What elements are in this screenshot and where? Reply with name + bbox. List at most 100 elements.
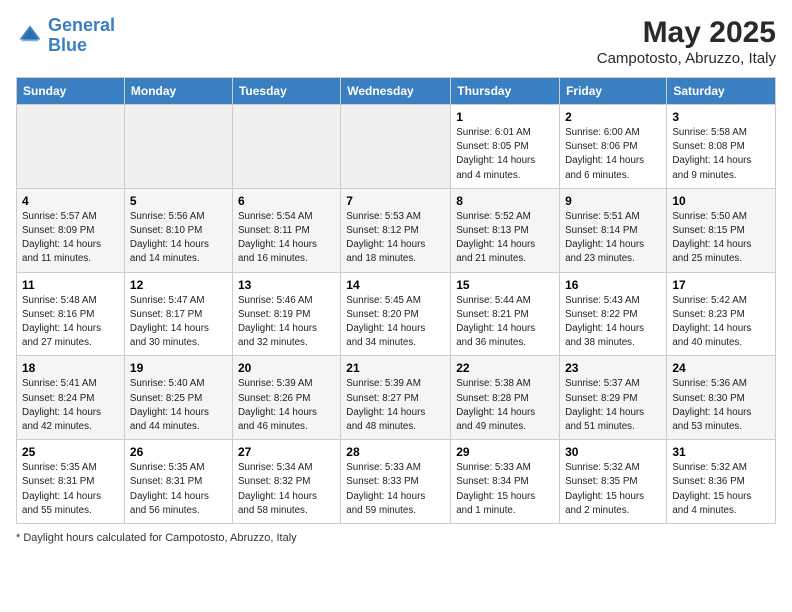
logo-text: General Blue (48, 16, 115, 56)
day-number: 28 (346, 445, 445, 459)
day-number: 26 (130, 445, 227, 459)
day-info: Sunrise: 5:32 AM Sunset: 8:36 PM Dayligh… (672, 461, 770, 518)
day-info: Sunrise: 5:48 AM Sunset: 8:16 PM Dayligh… (22, 294, 119, 351)
title-area: May 2025 Campotosto, Abruzzo, Italy (597, 16, 776, 67)
day-number: 9 (565, 194, 661, 208)
calendar-cell: 21 Sunrise: 5:39 AM Sunset: 8:27 PM Dayli… (341, 356, 451, 440)
calendar-cell: 7Sunrise: 5:53 AM Sunset: 8:12 PM Daylig… (341, 188, 451, 272)
day-info: Sunrise: 5:39 AM Sunset: 8:27 PM Dayligh… (346, 377, 445, 434)
calendar-cell: 17Sunrise: 5:42 AM Sunset: 8:23 PM Dayli… (667, 272, 776, 356)
day-info: Sunrise: 5:42 AM Sunset: 8:23 PM Dayligh… (672, 294, 770, 351)
day-number: 27 (238, 445, 335, 459)
calendar-cell: 26 Sunrise: 5:35 AM Sunset: 8:31 PM Dayli… (124, 440, 232, 524)
day-number: 24 (672, 361, 770, 375)
day-info: Sunrise: 5:35 AM Sunset: 8:31 PM Dayligh… (22, 461, 119, 518)
calendar-cell (17, 105, 125, 189)
calendar-cell: 28Sunrise: 5:33 AM Sunset: 8:33 PM Dayli… (341, 440, 451, 524)
weekday-header: Monday (124, 78, 232, 105)
calendar-cell: 29Sunrise: 5:33 AM Sunset: 8:34 PM Dayli… (451, 440, 560, 524)
calendar-cell: 16Sunrise: 5:43 AM Sunset: 8:22 PM Dayli… (560, 272, 667, 356)
calendar-cell (124, 105, 232, 189)
weekday-header: Thursday (451, 78, 560, 105)
day-number: 25 (22, 445, 119, 459)
calendar-cell: 10Sunrise: 5:50 AM Sunset: 8:15 PM Dayli… (667, 188, 776, 272)
day-info: Sunrise: 5:38 AM Sunset: 8:28 PM Dayligh… (456, 377, 554, 434)
day-info: Sunrise: 5:54 AM Sunset: 8:11 PM Dayligh… (238, 210, 335, 267)
day-number: 10 (672, 194, 770, 208)
day-number: 30 (565, 445, 661, 459)
weekday-header: Wednesday (341, 78, 451, 105)
day-number: 19 (130, 361, 227, 375)
day-number: 3 (672, 110, 770, 124)
day-number: 14 (346, 278, 445, 292)
day-info: Sunrise: 5:47 AM Sunset: 8:17 PM Dayligh… (130, 294, 227, 351)
calendar-week-row: 25 Sunrise: 5:35 AM Sunset: 8:31 PM Dayli… (17, 440, 776, 524)
weekday-header: Sunday (17, 78, 125, 105)
calendar-cell: 12 Sunrise: 5:47 AM Sunset: 8:17 PM Dayli… (124, 272, 232, 356)
weekday-header: Tuesday (232, 78, 340, 105)
day-info: Sunrise: 5:56 AM Sunset: 8:10 PM Dayligh… (130, 210, 227, 267)
calendar-cell (341, 105, 451, 189)
calendar-cell: 20Sunrise: 5:39 AM Sunset: 8:26 PM Dayli… (232, 356, 340, 440)
weekday-header: Friday (560, 78, 667, 105)
day-number: 1 (456, 110, 554, 124)
calendar-cell: 3 Sunrise: 5:58 AM Sunset: 8:08 PM Daylig… (667, 105, 776, 189)
day-number: 2 (565, 110, 661, 124)
day-info: Sunrise: 5:52 AM Sunset: 8:13 PM Dayligh… (456, 210, 554, 267)
day-number: 15 (456, 278, 554, 292)
calendar-cell: 30 Sunrise: 5:32 AM Sunset: 8:35 PM Dayli… (560, 440, 667, 524)
location-title: Campotosto, Abruzzo, Italy (597, 50, 776, 67)
calendar-cell: 18Sunrise: 5:41 AM Sunset: 8:24 PM Dayli… (17, 356, 125, 440)
calendar-cell: 15Sunrise: 5:44 AM Sunset: 8:21 PM Dayli… (451, 272, 560, 356)
weekday-header-row: SundayMondayTuesdayWednesdayThursdayFrid… (17, 78, 776, 105)
footer-note: * Daylight hours calculated for Campotos… (16, 532, 776, 544)
day-info: Sunrise: 5:58 AM Sunset: 8:08 PM Dayligh… (672, 126, 770, 183)
calendar-cell: 31 Sunrise: 5:32 AM Sunset: 8:36 PM Dayli… (667, 440, 776, 524)
calendar-cell: 27 Sunrise: 5:34 AM Sunset: 8:32 PM Dayli… (232, 440, 340, 524)
day-info: Sunrise: 5:39 AM Sunset: 8:26 PM Dayligh… (238, 377, 335, 434)
calendar-cell: 22Sunrise: 5:38 AM Sunset: 8:28 PM Dayli… (451, 356, 560, 440)
calendar-week-row: 4Sunrise: 5:57 AM Sunset: 8:09 PM Daylig… (17, 188, 776, 272)
day-info: Sunrise: 5:45 AM Sunset: 8:20 PM Dayligh… (346, 294, 445, 351)
calendar-cell: 13 Sunrise: 5:46 AM Sunset: 8:19 PM Dayli… (232, 272, 340, 356)
calendar-cell: 24 Sunrise: 5:36 AM Sunset: 8:30 PM Dayli… (667, 356, 776, 440)
calendar-cell: 4Sunrise: 5:57 AM Sunset: 8:09 PM Daylig… (17, 188, 125, 272)
logo: General Blue (16, 16, 115, 56)
calendar-cell: 8 Sunrise: 5:52 AM Sunset: 8:13 PM Daylig… (451, 188, 560, 272)
day-number: 5 (130, 194, 227, 208)
calendar-table: SundayMondayTuesdayWednesdayThursdayFrid… (16, 77, 776, 524)
calendar-week-row: 1 Sunrise: 6:01 AM Sunset: 8:05 PM Daylig… (17, 105, 776, 189)
logo-icon (16, 22, 44, 50)
calendar-cell: 14 Sunrise: 5:45 AM Sunset: 8:20 PM Dayli… (341, 272, 451, 356)
day-number: 12 (130, 278, 227, 292)
header: General Blue May 2025 Campotosto, Abruzz… (16, 16, 776, 67)
calendar-cell: 11 Sunrise: 5:48 AM Sunset: 8:16 PM Dayli… (17, 272, 125, 356)
day-number: 21 (346, 361, 445, 375)
weekday-header: Saturday (667, 78, 776, 105)
day-info: Sunrise: 5:46 AM Sunset: 8:19 PM Dayligh… (238, 294, 335, 351)
calendar-cell: 25 Sunrise: 5:35 AM Sunset: 8:31 PM Dayli… (17, 440, 125, 524)
day-info: Sunrise: 5:33 AM Sunset: 8:34 PM Dayligh… (456, 461, 554, 518)
day-number: 18 (22, 361, 119, 375)
day-info: Sunrise: 5:35 AM Sunset: 8:31 PM Dayligh… (130, 461, 227, 518)
day-info: Sunrise: 6:01 AM Sunset: 8:05 PM Dayligh… (456, 126, 554, 183)
day-number: 7 (346, 194, 445, 208)
day-number: 23 (565, 361, 661, 375)
day-info: Sunrise: 5:57 AM Sunset: 8:09 PM Dayligh… (22, 210, 119, 267)
day-number: 8 (456, 194, 554, 208)
calendar-week-row: 11 Sunrise: 5:48 AM Sunset: 8:16 PM Dayli… (17, 272, 776, 356)
day-info: Sunrise: 5:32 AM Sunset: 8:35 PM Dayligh… (565, 461, 661, 518)
calendar-cell: 5 Sunrise: 5:56 AM Sunset: 8:10 PM Daylig… (124, 188, 232, 272)
calendar-cell: 19Sunrise: 5:40 AM Sunset: 8:25 PM Dayli… (124, 356, 232, 440)
day-number: 6 (238, 194, 335, 208)
day-number: 31 (672, 445, 770, 459)
day-number: 11 (22, 278, 119, 292)
day-number: 13 (238, 278, 335, 292)
calendar-cell: 23 Sunrise: 5:37 AM Sunset: 8:29 PM Dayli… (560, 356, 667, 440)
calendar-week-row: 18Sunrise: 5:41 AM Sunset: 8:24 PM Dayli… (17, 356, 776, 440)
day-info: Sunrise: 5:36 AM Sunset: 8:30 PM Dayligh… (672, 377, 770, 434)
calendar-cell: 6 Sunrise: 5:54 AM Sunset: 8:11 PM Daylig… (232, 188, 340, 272)
day-info: Sunrise: 5:34 AM Sunset: 8:32 PM Dayligh… (238, 461, 335, 518)
day-info: Sunrise: 5:37 AM Sunset: 8:29 PM Dayligh… (565, 377, 661, 434)
day-info: Sunrise: 6:00 AM Sunset: 8:06 PM Dayligh… (565, 126, 661, 183)
